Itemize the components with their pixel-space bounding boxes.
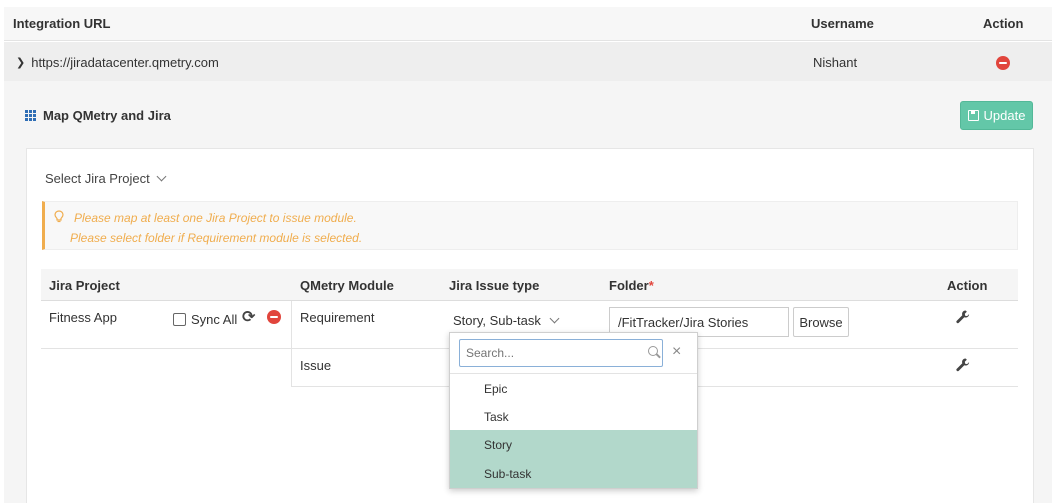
dropdown-option-sub-task[interactable]: Sub-task [450, 459, 697, 488]
required-mark: * [648, 278, 654, 293]
alert-line-2: Please select folder if Requirement modu… [70, 231, 363, 245]
update-button-label: Update [983, 108, 1026, 123]
header-action: Action [947, 278, 988, 293]
header-username: Username [811, 16, 874, 31]
remove-integration-icon[interactable] [996, 56, 1010, 70]
update-button[interactable]: Update [960, 101, 1033, 130]
header-qmetry-module: QMetry Module [300, 278, 394, 293]
select-jira-project[interactable]: Select Jira Project [45, 171, 167, 186]
close-icon[interactable]: × [672, 343, 681, 361]
integration-url-toggle[interactable]: ❯ https://jiradatacenter.qmetry.com [16, 55, 219, 70]
warning-alert: Please map at least one Jira Project to … [42, 201, 1018, 250]
browse-button[interactable]: Browse [793, 307, 849, 337]
mapping-table-header: Jira Project QMetry Module Jira Issue ty… [41, 269, 1018, 301]
integration-url: https://jiradatacenter.qmetry.com [31, 55, 219, 70]
dropdown-option-epic[interactable]: Epic [450, 374, 697, 403]
mapping-title: Map QMetry and Jira [25, 108, 171, 123]
sync-all-checkbox[interactable]: Sync All [173, 312, 237, 327]
integration-table-header: Integration URL Username Action [4, 7, 1052, 41]
integration-username: Nishant [813, 55, 858, 70]
project-name: Fitness App [49, 310, 117, 325]
issue-type-value: Story, Sub-task [453, 313, 541, 328]
lightbulb-icon [54, 210, 64, 223]
header-action: Action [983, 16, 1024, 31]
header-jira-issue-type: Jira Issue type [449, 278, 540, 293]
chevron-down-icon [549, 313, 560, 324]
checkbox[interactable] [173, 313, 186, 326]
issue-type-select[interactable]: Story, Sub-task [453, 313, 560, 328]
sync-all-label: Sync All [191, 312, 238, 327]
dropdown-option-task[interactable]: Task [450, 402, 697, 431]
module-issue: Issue [300, 358, 332, 373]
search-icon [648, 346, 658, 356]
chevron-down-icon: ❯ [16, 57, 26, 69]
remove-project-icon[interactable] [267, 310, 281, 324]
dropdown-option-story[interactable]: Story [450, 430, 697, 459]
grid-icon [25, 109, 37, 122]
wrench-icon[interactable] [955, 357, 971, 373]
save-icon [967, 110, 979, 121]
dropdown-search-input[interactable] [459, 339, 663, 367]
mapping-title-text: Map QMetry and Jira [43, 108, 171, 123]
refresh-icon[interactable]: ⟳ [242, 307, 255, 327]
wrench-icon[interactable] [955, 309, 971, 325]
header-jira-project: Jira Project [49, 278, 120, 293]
integration-row[interactable]: ❯ https://jiradatacenter.qmetry.com Nish… [4, 42, 1052, 81]
header-integration-url: Integration URL [13, 16, 111, 31]
alert-line-1: Please map at least one Jira Project to … [74, 211, 357, 225]
chevron-down-icon [156, 171, 167, 182]
header-folder-text: Folder [609, 278, 649, 293]
module-requirement: Requirement [300, 310, 375, 325]
select-jira-project-label: Select Jira Project [45, 171, 150, 186]
issue-type-dropdown: × Epic Task Story Sub-task [449, 332, 698, 489]
header-folder: Folder* [609, 278, 654, 293]
